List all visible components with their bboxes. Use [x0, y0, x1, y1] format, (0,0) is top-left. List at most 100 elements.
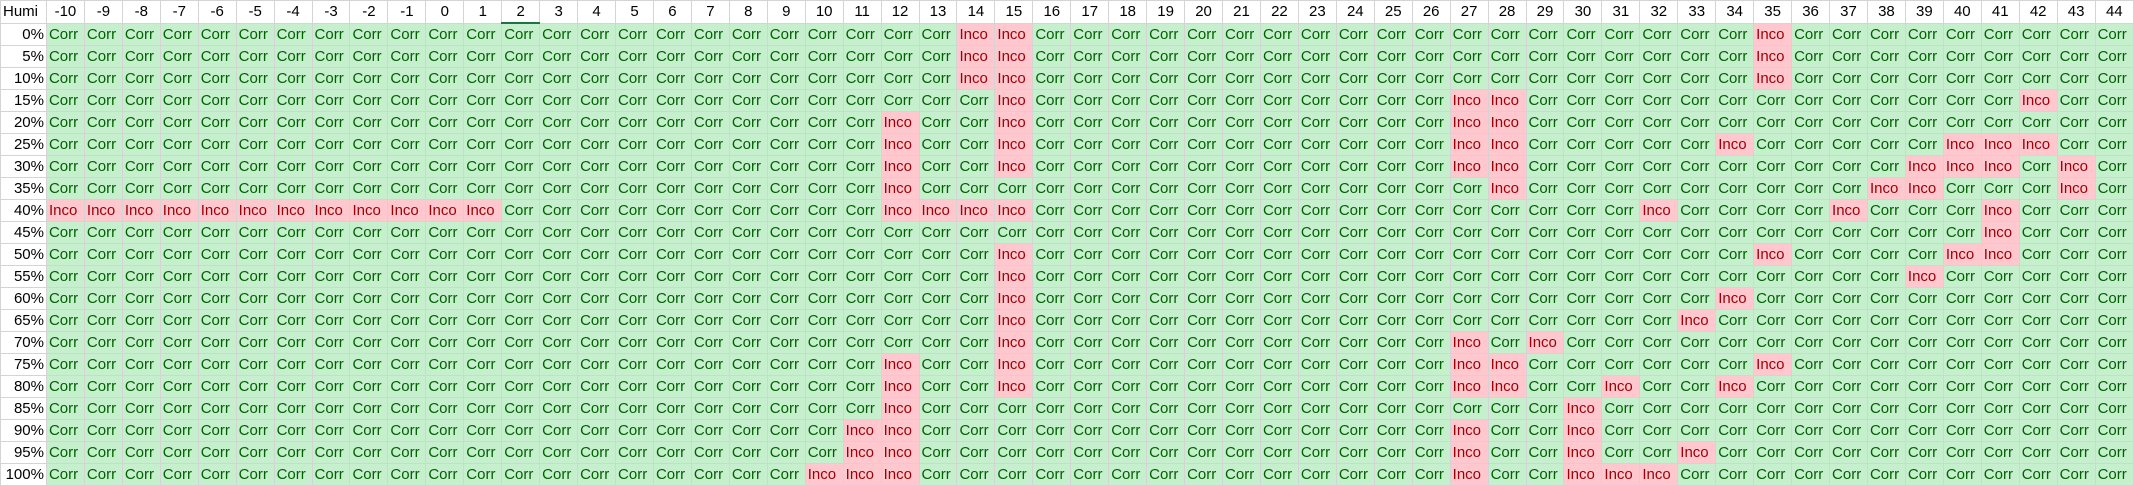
correct-cell[interactable]: Corr — [1487, 441, 1527, 464]
correct-cell[interactable]: Corr — [235, 441, 275, 464]
correct-cell[interactable]: Corr — [387, 89, 427, 112]
correct-cell[interactable]: Corr — [1297, 419, 1337, 442]
column-header-cell[interactable]: 40 — [1942, 0, 1982, 24]
incorrect-cell[interactable]: Inco — [349, 199, 389, 222]
correct-cell[interactable]: Corr — [159, 309, 199, 332]
correct-cell[interactable]: Corr — [1108, 265, 1148, 288]
correct-cell[interactable]: Corr — [1980, 45, 2020, 68]
correct-cell[interactable]: Corr — [1297, 221, 1337, 244]
correct-cell[interactable]: Corr — [1411, 67, 1451, 90]
correct-cell[interactable]: Corr — [615, 177, 654, 200]
correct-cell[interactable]: Corr — [463, 177, 503, 200]
correct-cell[interactable]: Corr — [501, 353, 541, 376]
correct-cell[interactable]: Corr — [1563, 22, 1603, 46]
correct-cell[interactable]: Corr — [766, 89, 806, 112]
row-header-cell[interactable]: 10% — [0, 67, 47, 90]
correct-cell[interactable]: Corr — [1829, 221, 1868, 244]
correct-cell[interactable]: Corr — [463, 331, 503, 354]
correct-cell[interactable]: Corr — [83, 89, 123, 112]
correct-cell[interactable]: Corr — [804, 287, 844, 310]
correct-cell[interactable]: Corr — [425, 375, 465, 398]
correct-cell[interactable]: Corr — [1980, 22, 2020, 46]
correct-cell[interactable]: Corr — [463, 67, 503, 90]
correct-cell[interactable]: Corr — [994, 419, 1034, 442]
correct-cell[interactable]: Corr — [1487, 331, 1527, 354]
correct-cell[interactable]: Corr — [690, 89, 730, 112]
correct-cell[interactable]: Corr — [45, 441, 85, 464]
correct-cell[interactable]: Corr — [273, 155, 313, 178]
correct-cell[interactable]: Corr — [1032, 199, 1072, 222]
correct-cell[interactable]: Corr — [463, 221, 503, 244]
correct-cell[interactable]: Corr — [804, 265, 844, 288]
correct-cell[interactable]: Corr — [1525, 89, 1565, 112]
row-header-cell[interactable]: 35% — [0, 177, 47, 200]
correct-cell[interactable]: Corr — [1184, 353, 1224, 376]
correct-cell[interactable]: Corr — [83, 133, 123, 156]
correct-cell[interactable]: Corr — [197, 45, 237, 68]
correct-cell[interactable]: Corr — [1904, 309, 1944, 332]
correct-cell[interactable]: Corr — [539, 309, 579, 332]
correct-cell[interactable]: Corr — [463, 89, 503, 112]
correct-cell[interactable]: Corr — [1753, 463, 1793, 486]
correct-cell[interactable]: Corr — [1373, 67, 1413, 90]
column-header-cell[interactable]: -1 — [387, 0, 427, 24]
correct-cell[interactable]: Corr — [804, 441, 844, 464]
incorrect-cell[interactable]: Inco — [880, 441, 920, 464]
correct-cell[interactable]: Corr — [425, 22, 465, 46]
correct-cell[interactable]: Corr — [1070, 441, 1110, 464]
correct-cell[interactable]: Corr — [121, 177, 161, 200]
correct-cell[interactable]: Corr — [1753, 287, 1793, 310]
correct-cell[interactable]: Corr — [197, 22, 237, 46]
correct-cell[interactable]: Corr — [273, 111, 313, 134]
correct-cell[interactable]: Corr — [463, 155, 503, 178]
correct-cell[interactable]: Corr — [1146, 221, 1186, 244]
correct-cell[interactable]: Corr — [1297, 463, 1337, 486]
correct-cell[interactable]: Corr — [1866, 375, 1906, 398]
correct-cell[interactable]: Corr — [615, 287, 654, 310]
correct-cell[interactable]: Corr — [2018, 353, 2058, 376]
correct-cell[interactable]: Corr — [1222, 287, 1261, 310]
correct-cell[interactable]: Corr — [1108, 309, 1148, 332]
correct-cell[interactable]: Corr — [728, 419, 768, 442]
incorrect-cell[interactable]: Inco — [463, 199, 503, 222]
correct-cell[interactable]: Corr — [1791, 45, 1831, 68]
correct-cell[interactable]: Corr — [2056, 221, 2096, 244]
correct-cell[interactable]: Corr — [842, 375, 882, 398]
correct-cell[interactable]: Corr — [652, 45, 692, 68]
incorrect-cell[interactable]: Inco — [1525, 331, 1565, 354]
correct-cell[interactable]: Corr — [349, 353, 389, 376]
correct-cell[interactable]: Corr — [880, 265, 920, 288]
incorrect-cell[interactable]: Inco — [804, 463, 844, 486]
correct-cell[interactable]: Corr — [501, 111, 541, 134]
correct-cell[interactable]: Corr — [577, 331, 617, 354]
incorrect-cell[interactable]: Inco — [1753, 22, 1793, 46]
correct-cell[interactable]: Corr — [728, 199, 768, 222]
correct-cell[interactable]: Corr — [880, 221, 920, 244]
correct-cell[interactable]: Corr — [577, 265, 617, 288]
correct-cell[interactable]: Corr — [311, 441, 351, 464]
correct-cell[interactable]: Corr — [1297, 89, 1337, 112]
correct-cell[interactable]: Corr — [1487, 22, 1527, 46]
correct-cell[interactable]: Corr — [1449, 309, 1489, 332]
correct-cell[interactable]: Corr — [45, 155, 85, 178]
correct-cell[interactable]: Corr — [728, 309, 768, 332]
correct-cell[interactable]: Corr — [1184, 155, 1224, 178]
correct-cell[interactable]: Corr — [1146, 375, 1186, 398]
correct-cell[interactable]: Corr — [2094, 45, 2134, 68]
incorrect-cell[interactable]: Inco — [83, 199, 123, 222]
row-header-cell[interactable]: 60% — [0, 287, 47, 310]
correct-cell[interactable]: Corr — [1677, 375, 1717, 398]
correct-cell[interactable]: Corr — [425, 221, 465, 244]
correct-cell[interactable]: Corr — [1753, 89, 1793, 112]
correct-cell[interactable]: Corr — [1184, 133, 1224, 156]
correct-cell[interactable]: Corr — [83, 177, 123, 200]
incorrect-cell[interactable]: Inco — [880, 375, 920, 398]
correct-cell[interactable]: Corr — [728, 22, 768, 46]
incorrect-cell[interactable]: Inco — [1942, 243, 1982, 266]
correct-cell[interactable]: Corr — [1146, 45, 1186, 68]
correct-cell[interactable]: Corr — [159, 133, 199, 156]
correct-cell[interactable]: Corr — [1184, 397, 1224, 420]
correct-cell[interactable]: Corr — [1259, 353, 1299, 376]
correct-cell[interactable]: Corr — [728, 221, 768, 244]
correct-cell[interactable]: Corr — [501, 243, 541, 266]
